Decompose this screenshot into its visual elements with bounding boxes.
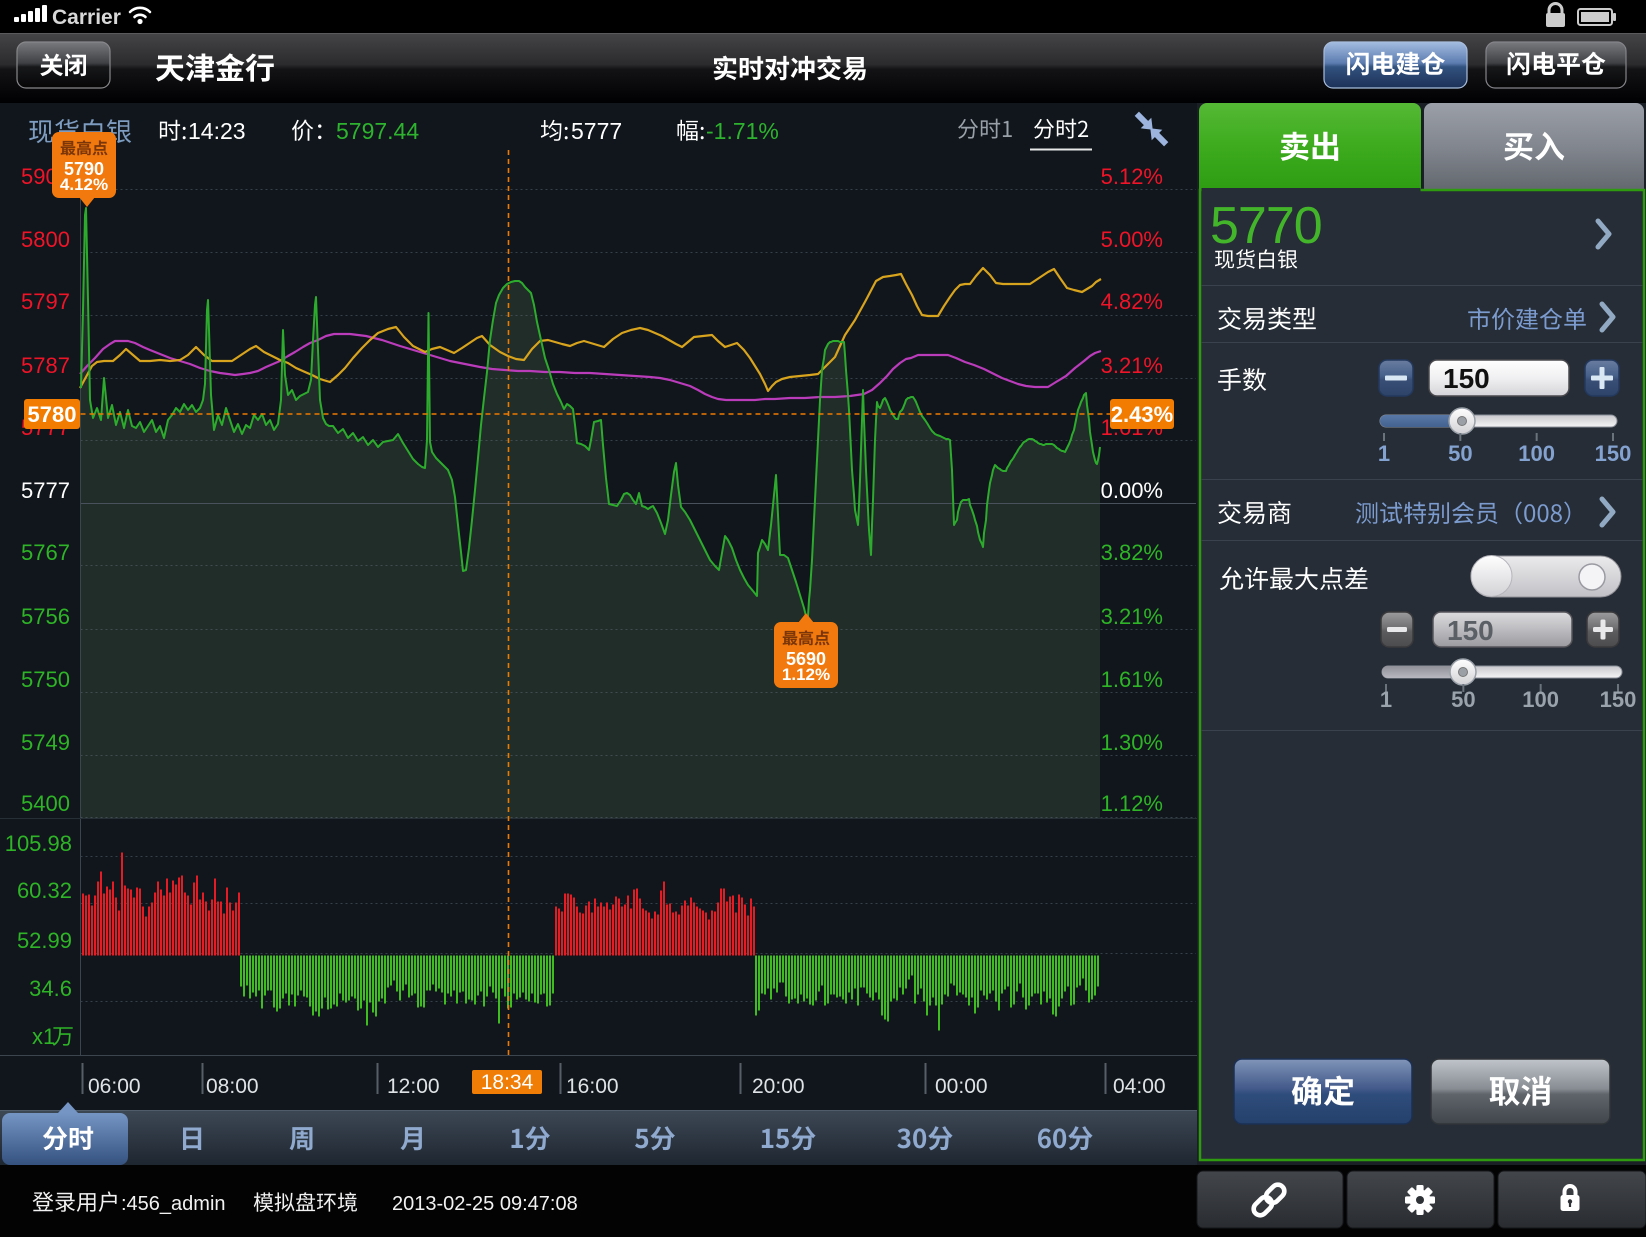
svg-text:150: 150 [1595,441,1632,466]
svg-text:16:00: 16:00 [566,1075,619,1098]
svg-text:2.43%: 2.43% [1111,402,1173,427]
svg-text:Carrier: Carrier [52,6,121,29]
svg-text:1: 1 [1378,441,1390,466]
svg-text:5800: 5800 [21,227,70,252]
svg-text:105.98: 105.98 [5,831,72,856]
svg-text:5797: 5797 [21,289,70,314]
svg-text:18:34: 18:34 [481,1071,534,1094]
svg-text:12:00: 12:00 [387,1075,440,1098]
svg-text:3.21%: 3.21% [1101,604,1163,629]
svg-text:5.12%: 5.12% [1101,164,1163,189]
svg-text:-1.71%: -1.71% [706,118,779,144]
svg-text:5400: 5400 [21,791,70,816]
svg-text:1.30%: 1.30% [1101,730,1163,755]
svg-text:50: 50 [1451,687,1475,712]
svg-text:34.6: 34.6 [29,976,72,1001]
svg-text:1.12%: 1.12% [782,665,830,684]
svg-text:5777: 5777 [21,478,70,503]
svg-text:1: 1 [1380,687,1392,712]
svg-text:5750: 5750 [21,667,70,692]
svg-text:150: 150 [1600,687,1637,712]
svg-text:3.21%: 3.21% [1101,353,1163,378]
svg-text:14:23: 14:23 [188,118,246,144]
svg-text:2013-02-25 09:47:08: 2013-02-25 09:47:08 [392,1193,578,1215]
svg-text:5770: 5770 [1210,197,1322,255]
svg-text:100: 100 [1518,441,1555,466]
svg-text:5.00%: 5.00% [1101,227,1163,252]
svg-text:20:00: 20:00 [752,1075,805,1098]
svg-text:5787: 5787 [21,353,70,378]
svg-text:5797.44: 5797.44 [336,118,419,144]
svg-text:3.82%: 3.82% [1101,540,1163,565]
svg-text:5780: 5780 [28,402,77,427]
svg-text:08:00: 08:00 [206,1075,259,1098]
svg-text:00:00: 00:00 [935,1075,988,1098]
svg-text:0.00%: 0.00% [1101,478,1163,503]
svg-text:60.32: 60.32 [17,878,72,903]
svg-text:1.61%: 1.61% [1101,667,1163,692]
svg-text::456_admin: :456_admin [121,1193,226,1215]
svg-text:100: 100 [1522,687,1559,712]
svg-text:4.12%: 4.12% [60,175,108,194]
svg-text:5777: 5777 [571,118,622,144]
svg-text:04:00: 04:00 [1113,1075,1166,1098]
svg-text:1.12%: 1.12% [1101,791,1163,816]
svg-text:150: 150 [1443,363,1490,394]
svg-text:52.99: 52.99 [17,928,72,953]
svg-text:x1: x1 [32,1024,55,1049]
svg-text:5767: 5767 [21,540,70,565]
svg-text:5756: 5756 [21,604,70,629]
svg-text:5749: 5749 [21,730,70,755]
svg-text:150: 150 [1447,615,1494,646]
svg-text:4.82%: 4.82% [1101,289,1163,314]
svg-text:06:00: 06:00 [88,1075,141,1098]
svg-text:50: 50 [1448,441,1472,466]
